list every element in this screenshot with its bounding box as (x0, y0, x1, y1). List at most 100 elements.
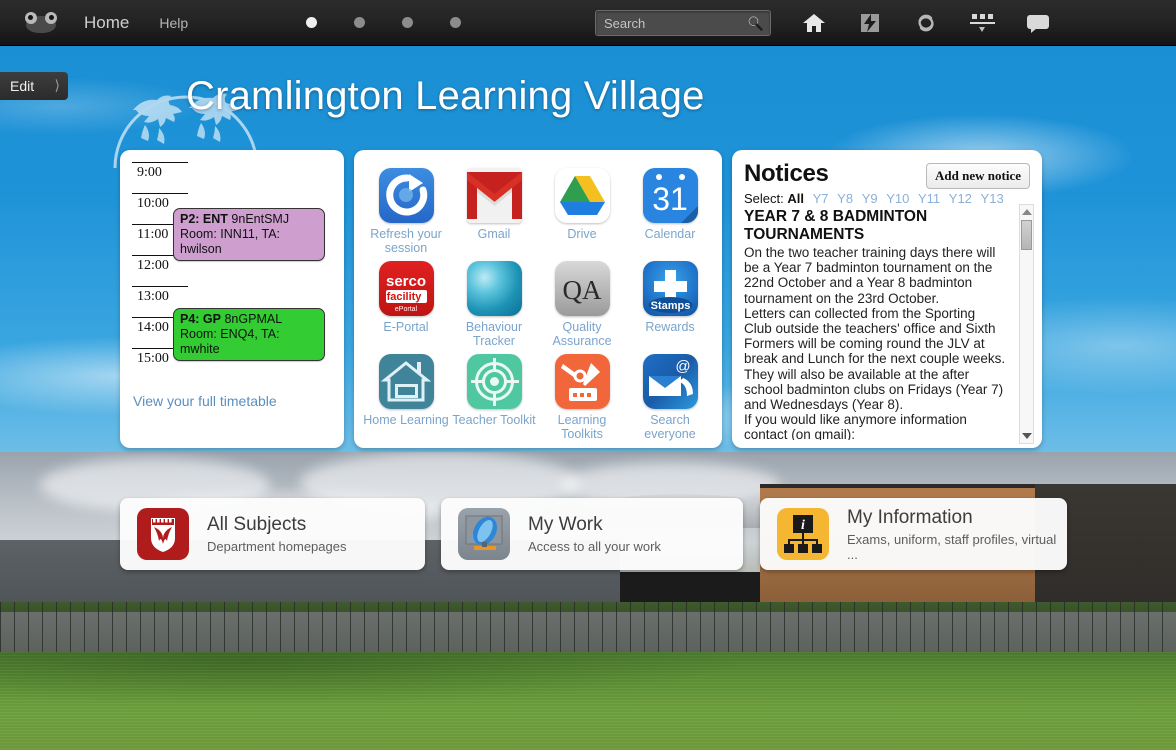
page-dot-2[interactable] (354, 17, 366, 28)
svg-text:Stamps: Stamps (650, 300, 690, 312)
notices-title: Notices (744, 160, 829, 187)
my-work-icon (458, 508, 510, 560)
app-tile-search-everyone[interactable]: @ Search everyone (626, 350, 714, 441)
app-label: Teacher Toolkit (452, 413, 536, 427)
app-tile-rewards[interactable]: Stamps Rewards (626, 257, 714, 348)
google-drive-icon (554, 168, 610, 223)
google-calendar-icon: 31 (642, 168, 698, 223)
app-tile-teacher-toolkit[interactable]: Teacher Toolkit (450, 350, 538, 441)
school-crest-icon (137, 508, 189, 560)
search-icon[interactable] (747, 15, 763, 31)
app-tile-drive[interactable]: Drive (538, 164, 626, 255)
scroll-up-arrow-icon[interactable] (1022, 209, 1032, 215)
apps-panel: Refresh your session Gmail Drive 31 Cale… (354, 150, 722, 448)
edit-button-label: Edit (10, 78, 35, 94)
filter-y12[interactable]: Y12 (949, 191, 972, 206)
card-my-work[interactable]: My Work Access to all your work (441, 498, 743, 570)
svg-text:facility: facility (386, 291, 422, 303)
app-tile-home-learning[interactable]: Home Learning (362, 350, 450, 441)
search-everyone-icon: @ (642, 354, 698, 409)
nav-home[interactable]: Home (84, 13, 129, 33)
quality-assurance-icon: QA (554, 261, 610, 316)
app-label: E-Portal (383, 320, 429, 334)
add-new-notice-button[interactable]: Add new notice (926, 163, 1030, 189)
lightning-bolt-icon[interactable] (842, 0, 898, 46)
app-tile-refresh-session[interactable]: Refresh your session (362, 164, 450, 255)
notice-content: YEAR 7 & 8 BADMINTON TOURNAMENTS On the … (744, 208, 1030, 440)
notices-header: Notices Add new notice (732, 150, 1042, 189)
nav-help[interactable]: Help (159, 15, 188, 31)
app-tile-quality-assurance[interactable]: QA Quality Assurance (538, 257, 626, 348)
school-photo-background (0, 452, 1176, 750)
filter-y10[interactable]: Y10 (886, 191, 909, 206)
card-subtitle: Exams, uniform, staff profiles, virtual … (847, 531, 1057, 562)
filter-y9[interactable]: Y9 (862, 191, 878, 206)
select-label: Select: (744, 191, 784, 206)
page-dot-4[interactable] (450, 17, 462, 28)
notice-heading: YEAR 7 & 8 BADMINTON TOURNAMENTS (744, 208, 928, 243)
card-title: My Work (528, 514, 603, 535)
page-dots (306, 17, 498, 28)
filter-y8[interactable]: Y8 (837, 191, 853, 206)
behaviour-tracker-icon (466, 261, 522, 316)
notice-body: On the two teacher training days there w… (744, 245, 1006, 440)
svg-text:QA: QA (562, 275, 601, 305)
timetable-event-code: 9nEntSMJ (231, 212, 290, 226)
app-tile-learning-toolkits[interactable]: Learning Toolkits (538, 350, 626, 441)
app-tile-gmail[interactable]: Gmail (450, 164, 538, 255)
card-title: All Subjects (207, 514, 307, 535)
timetable-event-code: 8nGPMAL (224, 312, 283, 326)
card-subtitle: Department homepages (207, 539, 347, 554)
page-dot-3[interactable] (402, 17, 414, 28)
svg-text:i: i (801, 518, 805, 533)
view-full-timetable-link[interactable]: View your full timetable (133, 393, 277, 409)
page-root: Cramlington Learning Village Edit ⟩ Home… (0, 0, 1176, 750)
filter-all[interactable]: All (787, 191, 804, 206)
timetable-event-detail: Room: ENQ4, TA: mwhite (180, 327, 280, 356)
speech-bubble-icon[interactable] (1010, 0, 1066, 46)
card-all-subjects[interactable]: All Subjects Department homepages (120, 498, 425, 570)
search-box[interactable] (595, 10, 771, 36)
timetable-event[interactable]: P4: GP 8nGPMAL Room: ENQ4, TA: mwhite (173, 308, 325, 361)
scrollbar-thumb[interactable] (1021, 220, 1032, 250)
edit-button[interactable]: Edit ⟩ (0, 72, 68, 100)
home-icon[interactable] (786, 0, 842, 46)
app-label: Behaviour Tracker (465, 320, 523, 348)
scroll-down-arrow-icon[interactable] (1022, 433, 1032, 439)
frog-logo[interactable] (24, 11, 58, 34)
app-tile-eportal[interactable]: serco facility ePortal E-Portal (362, 257, 450, 348)
page-title: Cramlington Learning Village (186, 74, 705, 118)
app-tile-calendar[interactable]: 31 Calendar (626, 164, 714, 255)
card-title: My Information (847, 506, 973, 528)
card-my-information[interactable]: i My Information Exams, uniform, staff p… (760, 498, 1067, 570)
search-input[interactable] (596, 12, 736, 34)
app-tile-behaviour-tracker[interactable]: Behaviour Tracker (450, 257, 538, 348)
timetable-event-detail: Room: INN11, TA: hwilson (180, 227, 281, 256)
timetable-event[interactable]: P2: ENT 9nEntSMJ Room: INN11, TA: hwilso… (173, 208, 325, 261)
topbar-icon-group (786, 0, 1066, 46)
filter-y11[interactable]: Y11 (918, 191, 940, 206)
refresh-session-icon (378, 168, 434, 223)
page-dot-1[interactable] (306, 17, 318, 28)
timetable-event-period: P2: ENT (180, 212, 228, 226)
chevron-right-icon: ⟩ (54, 77, 60, 93)
teacher-toolkit-icon (466, 354, 522, 409)
filter-y7[interactable]: Y7 (813, 191, 829, 206)
svg-text:serco: serco (385, 273, 425, 290)
timetable-event-period: P4: GP (180, 312, 221, 326)
filter-y13[interactable]: Y13 (981, 191, 1004, 206)
timetable-time: 9:00 (137, 165, 162, 180)
app-label: Gmail (477, 227, 511, 241)
refresh-spiral-icon[interactable] (898, 0, 954, 46)
notices-scrollbar[interactable] (1019, 204, 1034, 444)
app-label: Search everyone (644, 413, 696, 441)
svg-text:31: 31 (652, 181, 688, 217)
dropdown-menu-icon[interactable] (954, 0, 1010, 46)
apps-grid: Refresh your session Gmail Drive 31 Cale… (354, 150, 722, 441)
timetable-panel: 9:00 10:00 11:00 12:00 13:00 14:00 15:00… (120, 150, 344, 448)
svg-text:ePortal: ePortal (394, 306, 417, 313)
timetable-grid: 9:00 10:00 11:00 12:00 13:00 14:00 15:00… (120, 150, 344, 380)
timetable-slot: 13:00 (132, 286, 188, 305)
svg-text:@: @ (675, 358, 690, 375)
app-label: Learning Toolkits (557, 413, 607, 441)
